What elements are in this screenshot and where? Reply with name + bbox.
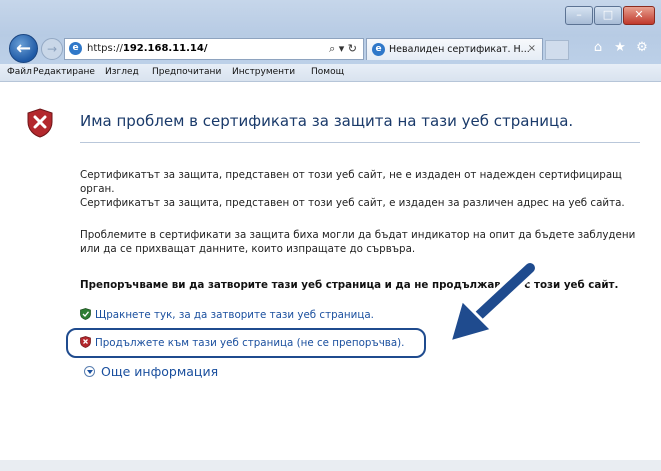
back-button[interactable]: ← bbox=[9, 34, 38, 63]
forward-button[interactable]: → bbox=[41, 38, 63, 60]
url-host: 192.168.11.14/ bbox=[122, 43, 208, 54]
menu-help[interactable]: Помощ bbox=[311, 67, 344, 77]
window-controls: – □ ✕ bbox=[564, 6, 655, 25]
expand-circle-icon bbox=[84, 366, 95, 377]
pointer-arrow-icon bbox=[448, 262, 539, 344]
close-page-link[interactable]: Щракнете тук, за да затворите тази уеб с… bbox=[80, 308, 374, 321]
browser-chrome: – □ ✕ ← → e https://192.168.11.14/ ⌕ ▾ ↻… bbox=[0, 0, 661, 65]
paragraph-untrusted-ca: Сертификатът за защита, представен от то… bbox=[80, 169, 622, 195]
more-information-toggle[interactable]: Още информация bbox=[84, 364, 218, 379]
paragraph-warning: Проблемите в сертификати за защита биха … bbox=[80, 229, 636, 255]
highlight-outline bbox=[66, 328, 426, 358]
page-title: Има проблем в сертификата за защита на т… bbox=[80, 112, 574, 130]
tab-close-icon[interactable]: × bbox=[528, 43, 536, 54]
address-url: https://192.168.11.14/ bbox=[87, 43, 208, 54]
favorites-star-icon[interactable]: ★ bbox=[611, 40, 629, 55]
address-tools[interactable]: ⌕ ▾ ↻ bbox=[329, 42, 357, 56]
url-scheme: https:// bbox=[87, 43, 123, 54]
menu-edit[interactable]: Редактиране bbox=[33, 67, 95, 77]
recommendation-text: Препоръчваме ви да затворите тази уеб ст… bbox=[80, 279, 619, 291]
certificate-error-page: Има проблем в сертификата за защита на т… bbox=[0, 82, 661, 471]
ie-page-icon: e bbox=[69, 42, 82, 55]
divider bbox=[80, 142, 640, 143]
ie-tab-icon: e bbox=[372, 43, 385, 56]
shield-ok-icon bbox=[80, 308, 91, 320]
shield-error-icon bbox=[27, 108, 53, 138]
status-bar bbox=[0, 460, 661, 471]
menu-file[interactable]: Файл bbox=[7, 67, 32, 77]
browser-window: – □ ✕ ← → e https://192.168.11.14/ ⌕ ▾ ↻… bbox=[0, 0, 661, 471]
maximize-button[interactable]: □ bbox=[594, 6, 622, 25]
menu-bar: Файл Редактиране Изглед Предпочитани Инс… bbox=[0, 64, 661, 82]
address-bar[interactable]: e https://192.168.11.14/ ⌕ ▾ ↻ bbox=[64, 38, 364, 60]
gear-icon[interactable]: ⚙ bbox=[633, 40, 651, 55]
menu-favorites[interactable]: Предпочитани bbox=[152, 67, 221, 77]
tab-active[interactable]: e Невалиден сертификат. Н... × bbox=[366, 38, 543, 60]
more-information-label: Още информация bbox=[101, 364, 219, 379]
close-page-link-label: Щракнете тук, за да затворите тази уеб с… bbox=[95, 309, 374, 321]
tab-title: Невалиден сертификат. Н... bbox=[389, 44, 530, 55]
paragraph-address-mismatch: Сертификатът за защита, представен от то… bbox=[80, 197, 625, 209]
menu-view[interactable]: Изглед bbox=[105, 67, 139, 77]
new-tab-button[interactable] bbox=[545, 40, 569, 60]
home-icon[interactable]: ⌂ bbox=[589, 40, 607, 55]
minimize-button[interactable]: – bbox=[565, 6, 593, 25]
menu-tools[interactable]: Инструменти bbox=[232, 67, 295, 77]
toolbar-icons: ⌂ ★ ⚙ bbox=[585, 40, 651, 55]
close-window-button[interactable]: ✕ bbox=[623, 6, 655, 25]
